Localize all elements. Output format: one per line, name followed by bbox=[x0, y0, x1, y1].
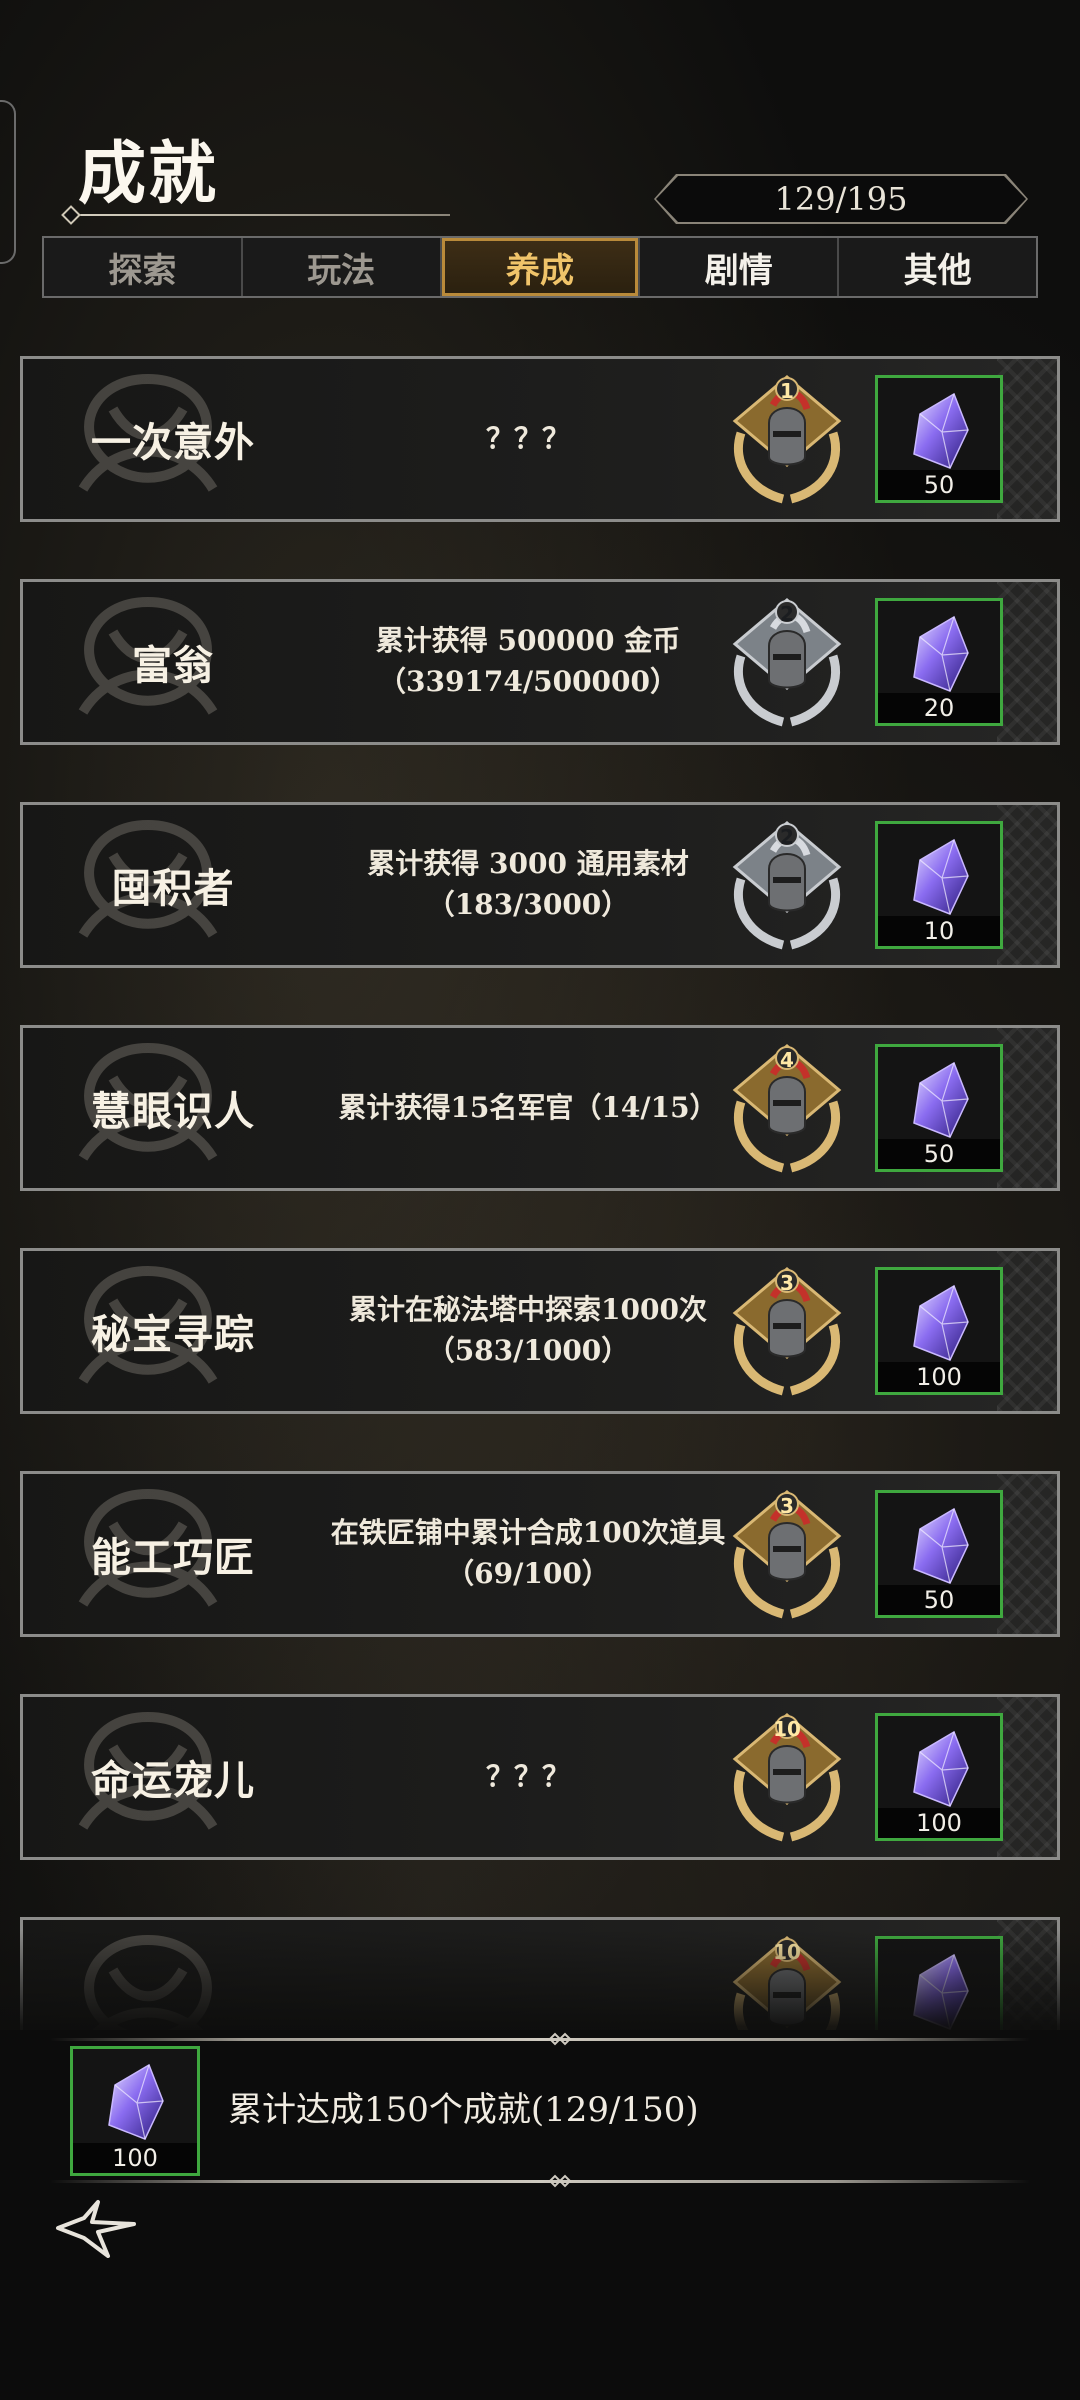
purple-crystal-icon bbox=[108, 2063, 164, 2140]
reward-amount: 10 bbox=[878, 916, 1000, 946]
bottom-reward-amount: 100 bbox=[73, 2143, 197, 2173]
achievement-card[interactable]: 富翁 累计获得 500000 金币 （339174/500000） 2 20 bbox=[20, 579, 1060, 745]
reward-amount: 20 bbox=[878, 693, 1000, 723]
achievement-name: 慧眼识人 bbox=[91, 1088, 255, 1135]
achievement-name: 囤积者 bbox=[111, 865, 235, 912]
reward-amount: 50 bbox=[878, 470, 1000, 500]
achievement-name: 命运宠儿 bbox=[91, 1757, 255, 1804]
achievement-card[interactable]: 一次意外 ？？？ 1 50 bbox=[20, 356, 1060, 522]
card-edge-pattern bbox=[997, 1474, 1057, 1634]
achievement-desc-line2: （69/100） bbox=[446, 1557, 610, 1590]
achievement-name: 富翁 bbox=[132, 642, 214, 689]
achievement-description: 累计获得 500000 金币 （339174/500000） bbox=[313, 582, 743, 742]
purple-crystal-icon bbox=[913, 1507, 969, 1584]
tab-gameplay[interactable]: 玩法 bbox=[243, 238, 442, 296]
purple-crystal-icon bbox=[913, 838, 969, 915]
card-edge-pattern bbox=[997, 1697, 1057, 1857]
panel-bottom-divider bbox=[50, 2180, 1030, 2183]
reward-amount: 100 bbox=[878, 1808, 1000, 1838]
reward-slot[interactable]: 50 bbox=[875, 1044, 1003, 1172]
reward-amount: 100 bbox=[878, 1362, 1000, 1392]
card-edge-pattern bbox=[997, 1251, 1057, 1411]
card-edge-pattern bbox=[997, 582, 1057, 742]
achievement-name: 能工巧匠 bbox=[91, 1534, 255, 1581]
badge-level: 3 bbox=[780, 1494, 794, 1518]
badge-level: 2 bbox=[780, 825, 794, 849]
purple-crystal-icon bbox=[913, 1730, 969, 1807]
reward-amount: 50 bbox=[878, 1585, 1000, 1615]
achievement-desc-line1: ？？？ bbox=[485, 1759, 570, 1793]
back-arrow-icon[interactable] bbox=[54, 2196, 140, 2260]
bottom-goal-text: 累计达成150个成就(129/150) bbox=[228, 2090, 699, 2130]
card-edge-pattern bbox=[997, 805, 1057, 965]
bottom-reward-slot[interactable]: 100 bbox=[70, 2046, 200, 2176]
divider-ornament-icon bbox=[548, 2032, 572, 2046]
achievement-desc-line2: （183/3000） bbox=[426, 888, 630, 921]
achievement-desc-line2: （583/1000） bbox=[426, 1334, 630, 1367]
purple-crystal-icon bbox=[913, 1284, 969, 1361]
tab-story[interactable]: 剧情 bbox=[640, 238, 840, 296]
achievement-progress-counter: 129/195 bbox=[656, 176, 1026, 222]
achievement-desc-line1: 在铁匠铺中累计合成100次道具 bbox=[330, 1516, 726, 1550]
achievement-name: 一次意外 bbox=[91, 419, 255, 466]
card-edge-pattern bbox=[997, 359, 1057, 519]
tab-other[interactable]: 其他 bbox=[839, 238, 1036, 296]
category-tabs: 探索 玩法 养成 剧情 其他 bbox=[42, 236, 1038, 298]
achievement-card[interactable]: 命运宠儿 ？？？ 10 100 bbox=[20, 1694, 1060, 1860]
card-edge-pattern bbox=[997, 1028, 1057, 1188]
bottom-goal-panel: 100 累计达成150个成就(129/150) bbox=[0, 2030, 1080, 2400]
achievement-desc-line1: 累计获得 500000 金币 bbox=[375, 624, 681, 658]
reward-slot[interactable]: 50 bbox=[875, 1490, 1003, 1618]
badge-level: 2 bbox=[780, 602, 794, 626]
tab-explore[interactable]: 探索 bbox=[44, 238, 243, 296]
achievement-desc-line1: 累计获得15名军官（14/15） bbox=[338, 1090, 718, 1124]
achievement-desc-line1: 累计在秘法塔中探索1000次 bbox=[349, 1293, 707, 1327]
achievement-description: 累计获得15名军官（14/15） bbox=[313, 1028, 743, 1188]
badge-level: 3 bbox=[780, 1271, 794, 1295]
tab-cultivation[interactable]: 养成 bbox=[441, 238, 641, 296]
purple-crystal-icon bbox=[913, 615, 969, 692]
reward-slot[interactable]: 50 bbox=[875, 375, 1003, 503]
reward-slot[interactable]: 100 bbox=[875, 1267, 1003, 1395]
panel-top-divider bbox=[50, 2038, 1030, 2041]
reward-slot[interactable]: 100 bbox=[875, 1713, 1003, 1841]
achievement-description: 累计在秘法塔中探索1000次 （583/1000） bbox=[313, 1251, 743, 1411]
purple-crystal-icon bbox=[913, 392, 969, 469]
badge-level: 10 bbox=[773, 1717, 801, 1741]
achievement-name: 秘宝寻踪 bbox=[91, 1311, 255, 1358]
badge-level: 4 bbox=[780, 1048, 794, 1072]
achievement-desc-line1: ？？？ bbox=[485, 421, 570, 455]
badge-level: 1 bbox=[780, 379, 794, 403]
title-underline bbox=[64, 214, 450, 216]
achievement-card[interactable]: 慧眼识人 累计获得15名军官（14/15） 4 50 bbox=[20, 1025, 1060, 1191]
achievement-description: ？？？ bbox=[313, 359, 743, 519]
achievement-desc-line2: （339174/500000） bbox=[377, 665, 679, 698]
achievement-description: 累计获得 3000 通用素材 （183/3000） bbox=[313, 805, 743, 965]
achievement-desc-line1: 累计获得 3000 通用素材 bbox=[367, 847, 689, 881]
achievement-card[interactable]: 能工巧匠 在铁匠铺中累计合成100次道具 （69/100） 3 50 bbox=[20, 1471, 1060, 1637]
reward-amount: 50 bbox=[878, 1139, 1000, 1169]
side-bracket bbox=[0, 100, 16, 264]
purple-crystal-icon bbox=[913, 1061, 969, 1138]
divider-ornament-icon bbox=[548, 2174, 572, 2188]
achievement-description: ？？？ bbox=[313, 1697, 743, 1857]
reward-slot[interactable]: 20 bbox=[875, 598, 1003, 726]
achievement-description: 在铁匠铺中累计合成100次道具 （69/100） bbox=[313, 1474, 743, 1634]
page-title: 成就 bbox=[78, 134, 219, 214]
achievement-card[interactable]: 秘宝寻踪 累计在秘法塔中探索1000次 （583/1000） 3 100 bbox=[20, 1248, 1060, 1414]
header: 成就 129/195 bbox=[0, 0, 1080, 264]
achievement-card[interactable]: 囤积者 累计获得 3000 通用素材 （183/3000） 2 10 bbox=[20, 802, 1060, 968]
reward-slot[interactable]: 10 bbox=[875, 821, 1003, 949]
